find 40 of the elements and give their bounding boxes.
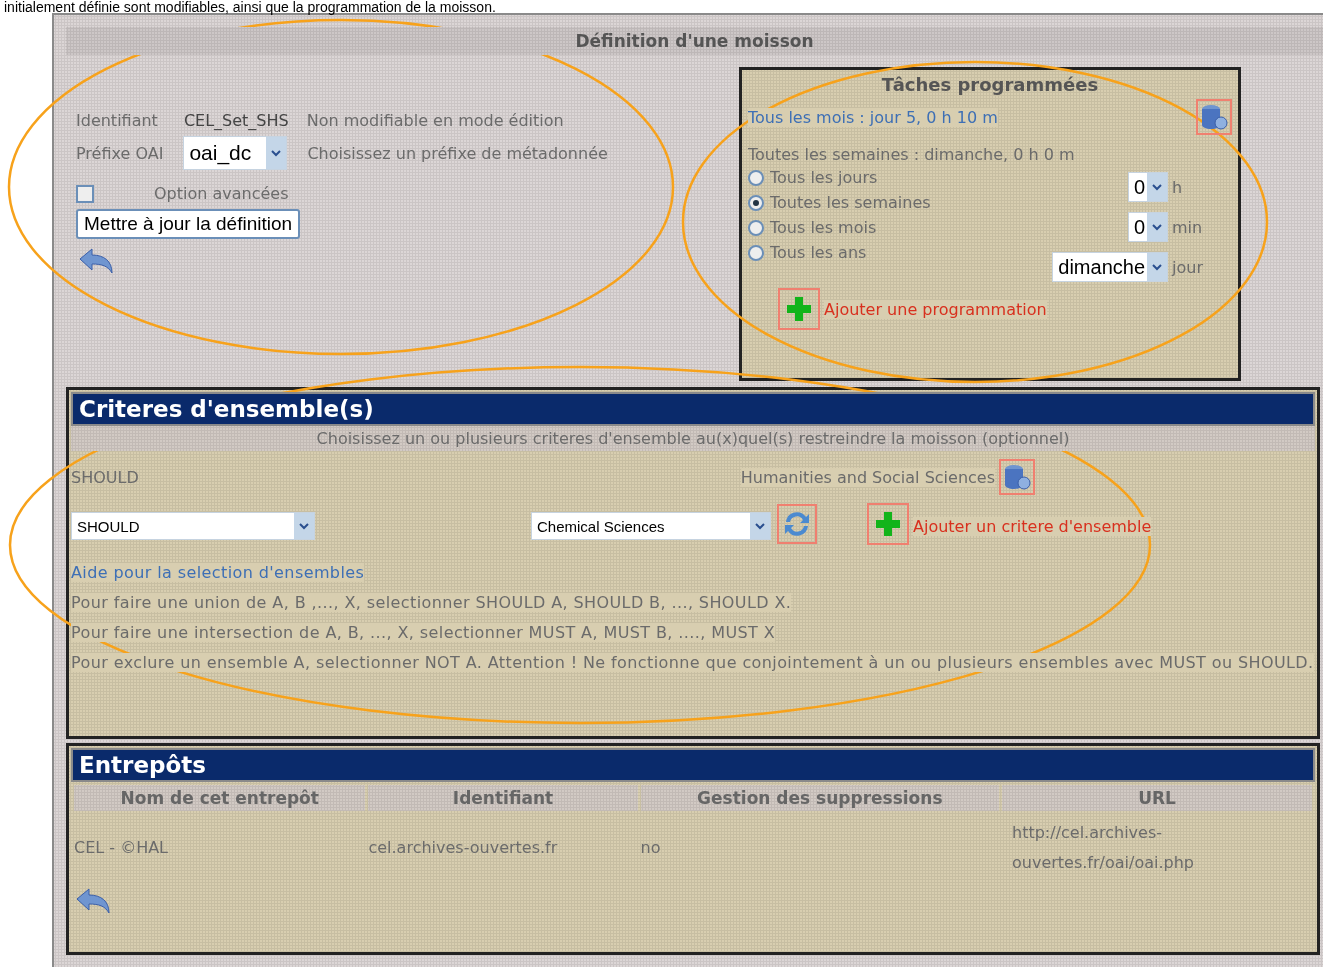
dropdown[interactable]: SHOULD [71, 512, 315, 540]
radio-label: Tous les jours [770, 168, 878, 187]
dropdown[interactable]: 0 [1127, 212, 1168, 242]
current-schedule-text: Toutes les semaines : dimanche, 0 h 0 m [748, 145, 1076, 164]
table-cell: CEL - ©HAL [74, 838, 169, 857]
unit-label: h [1172, 177, 1184, 197]
section-header: Entrepôts [71, 748, 1315, 782]
radio-label: Toutes les semaines [770, 193, 931, 212]
criterion-operator: SHOULD [71, 467, 139, 487]
section-header: Criteres d'ensemble(s) [71, 392, 1315, 426]
unit-label: min [1172, 217, 1204, 237]
update-definition-button[interactable]: Mettre à jour la définition [76, 209, 301, 239]
dropdown[interactable]: 0 [1127, 172, 1168, 202]
dropdown[interactable]: oai_dc [183, 136, 288, 170]
field-note: Choisissez un préfixe de métadonnée [307, 143, 608, 163]
section-subtitle: Choisissez un ou plusieurs criteres d'ensemble au(x)quel(s) restreindre la moisson (optionnel) [71, 426, 1315, 451]
table-cell: cel.archives-ouvertes.fr [368, 838, 558, 857]
column-header: Gestion des suppressions [640, 785, 999, 811]
column-header: URL [1002, 785, 1312, 811]
section-title: Définition d'une moisson [66, 27, 1323, 55]
radio-label: Tous les ans [770, 243, 867, 262]
column-header: Nom de cet entrepôt [74, 785, 366, 811]
table-cell: no [640, 838, 661, 857]
field-label: Préfixe OAI [76, 143, 164, 163]
radio-label: Tous les mois [770, 218, 877, 237]
unit-label: jour [1172, 257, 1204, 277]
help-text: Pour exclure un ensemble A, selectionner NOT A. Attention ! Ne fonctionne que conjointement à un ou plusieurs ensembles avec MUST ou SHOULD. [71, 653, 1314, 672]
field-value: CEL_Set_SHS [183, 111, 289, 130]
help-text: Pour faire une intersection de A, B, ..., X, selectionner MUST A, MUST B, ...., MUST X [71, 623, 776, 642]
checkbox-label: Option avancées [154, 184, 289, 203]
caption-text: initialement définie sont modifiables, ainsi que la programmation de la moisson. [3, 0, 497, 16]
field-note: Non modifiable en mode édition [306, 111, 564, 130]
column-header: Identifiant [368, 785, 638, 811]
panel-title: Tâches programmées [880, 73, 1100, 97]
dropdown[interactable]: dimanche [1052, 252, 1168, 282]
field-label: Identifiant [76, 111, 158, 130]
table-cell-text: http://cel.archives-ouvertes.fr/oai/oai.php [1012, 822, 1195, 874]
dropdown[interactable]: Chemical Sciences [531, 512, 771, 540]
criterion-set: Humanities and Social Sciences [740, 467, 995, 487]
help-text: Pour faire une union de A, B ,..., X, selectionner SHOULD A, SHOULD B, ..., SHOULD X. [71, 593, 792, 612]
